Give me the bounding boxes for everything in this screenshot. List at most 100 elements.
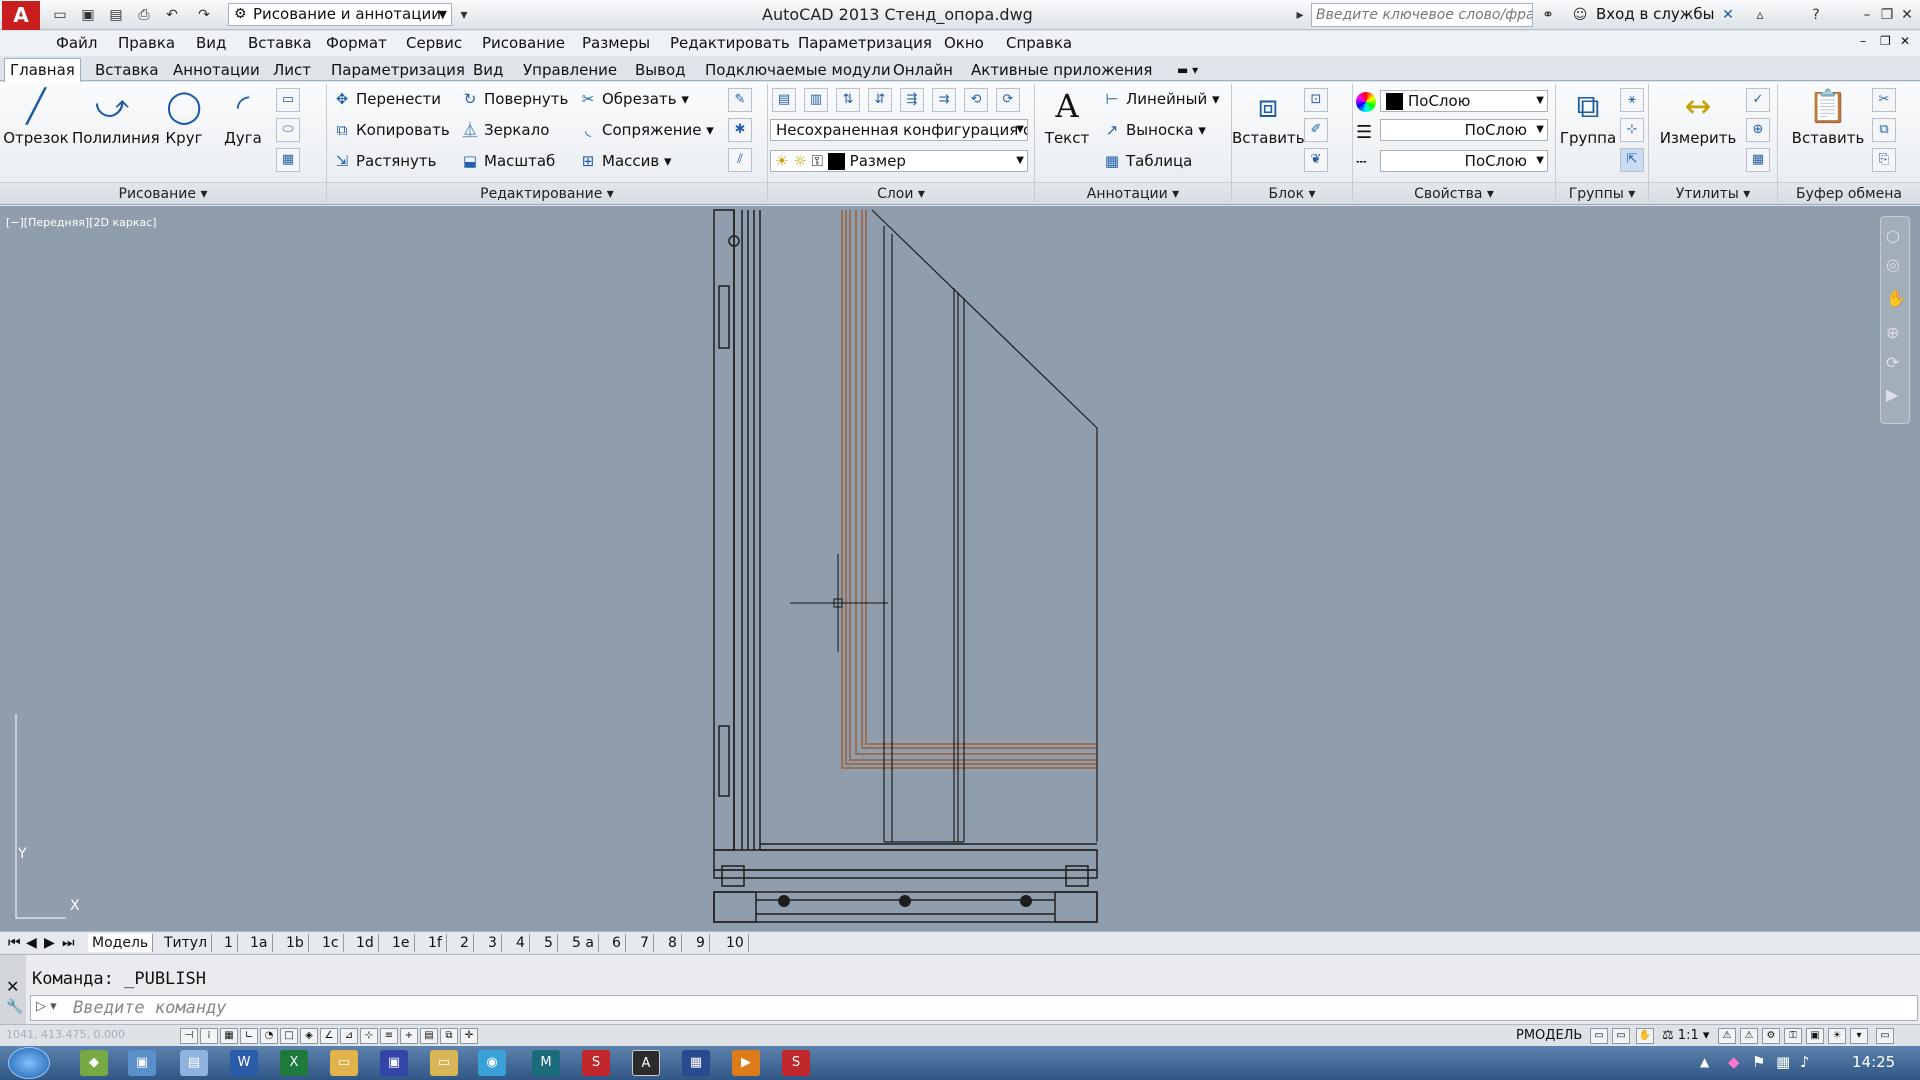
minimize-ribbon-icon[interactable]: ▬ ▾ [1172,59,1203,81]
group-select-icon[interactable]: ⇱ [1620,148,1644,172]
menu-insert[interactable]: Вставка [248,34,312,52]
qp-icon[interactable]: ▤ [420,1028,438,1044]
layout-tab[interactable]: 5 a [568,934,599,952]
linetype-select[interactable]: ПоСлою ▼ [1380,150,1548,172]
select-all-icon[interactable]: ⊕ [1746,118,1770,142]
menu-file[interactable]: Файл [56,34,97,52]
dyn-icon[interactable]: ⊹ [360,1028,378,1044]
word-icon[interactable]: W [230,1050,258,1076]
stretch-button[interactable]: ⇲ Растянуть [332,148,437,174]
tab-manage[interactable]: Управление [518,59,622,81]
linear-dim-button[interactable]: ⊢ Линейный ▾ [1102,86,1219,112]
layout-tab[interactable]: 2 [456,934,474,952]
customize-qat-icon[interactable]: ▾ [452,4,476,26]
panel-title-annotation[interactable]: Аннотации ▾ [1035,182,1231,204]
quickview-drawings-icon[interactable]: ▭ [1612,1028,1630,1044]
tab-apps[interactable]: Активные приложения [966,59,1157,81]
media-player-icon[interactable]: ▶ [732,1050,760,1076]
layout-tab[interactable]: 10 [722,934,749,952]
layer-isolate-icon[interactable]: ⇶ [900,88,924,112]
save-as-icon[interactable]: ▤ [104,4,128,26]
calculator-icon[interactable]: ▦ [1746,148,1770,172]
menu-format[interactable]: Формат [326,34,387,52]
menu-dimension[interactable]: Размеры [582,34,650,52]
layer-freeze-icon[interactable]: ⟲ [964,88,988,112]
command-prompt-icon[interactable]: ▷ ▾ [36,999,57,1014]
model-space-toggle[interactable]: РМОДЕЛЬ [1516,1028,1582,1043]
layer-properties-icon[interactable]: ▤ [772,88,796,112]
menu-draw[interactable]: Рисование [482,34,565,52]
lineweight-select[interactable]: ПоСлою ▼ [1380,119,1548,141]
app-icon-notes[interactable]: ▤ [180,1050,208,1076]
layout-tab[interactable]: 7 [636,934,654,952]
tray-expand-icon[interactable]: ▲ [1700,1055,1709,1069]
layer-state-icon[interactable]: ▥ [804,88,828,112]
excel-icon[interactable]: X [280,1050,308,1076]
hardware-accel-icon[interactable]: ▣ [1806,1028,1824,1044]
solidworks-icon[interactable]: S [582,1050,610,1076]
color-select[interactable]: ПоСлою ▼ [1380,90,1548,112]
tab-insert[interactable]: Вставка [90,59,164,81]
erase-icon[interactable]: ✎ [728,88,752,112]
ellipse-icon[interactable]: ⬭ [276,118,300,142]
annotation-visibility-icon[interactable]: ⚠ [1718,1028,1736,1044]
lineweight-toggle-icon[interactable]: ≡ [380,1028,398,1044]
table-button[interactable]: ▦ Таблица [1102,148,1192,174]
layout-tab[interactable]: 9 [692,934,710,952]
app-icon-calc[interactable]: ▦ [682,1050,710,1076]
steering-wheel-icon[interactable]: ◎ [1886,255,1900,274]
start-button[interactable] [8,1047,50,1079]
layout-tab[interactable]: 1f [424,934,447,952]
clean-screen-icon[interactable]: ▭ [1876,1028,1894,1044]
snap-icon[interactable]: ⁞ [200,1028,218,1044]
layout-tab[interactable]: 8 [664,934,682,952]
menu-view[interactable]: Вид [196,34,226,52]
move-button[interactable]: ✥ Перенести [332,86,441,112]
array-button[interactable]: ⊞ Массив ▾ [578,148,672,174]
last-tab-icon[interactable]: ⏭ [58,934,79,952]
menu-tools[interactable]: Сервис [406,34,462,52]
panel-title-layers[interactable]: Слои ▾ [768,182,1034,204]
infer-constraints-icon[interactable]: ⊣ [180,1028,198,1044]
line-button[interactable]: ╱ Отрезок [0,86,72,147]
search-input[interactable]: Введите ключевое слово/фразу [1311,3,1533,27]
sc-icon[interactable]: ⧉ [440,1028,458,1044]
otrack-icon[interactable]: ∠ [320,1028,338,1044]
panel-title-draw[interactable]: Рисование ▾ [0,182,326,204]
layout-tab[interactable]: 3 [484,934,502,952]
tab-parametric[interactable]: Параметризация [326,59,470,81]
grid-icon[interactable]: ▦ [220,1028,238,1044]
3dosnap-icon[interactable]: ◈ [300,1028,318,1044]
panel-title-clipboard[interactable]: Буфер обмена [1778,182,1920,204]
flag-icon[interactable]: ⚑ [1752,1053,1765,1071]
help-icon[interactable]: ? [1804,4,1828,26]
tab-layout[interactable]: Лист [268,59,316,81]
redo-icon[interactable]: ↷ [192,4,216,26]
workspace-select[interactable]: ⚙ Рисование и аннотации ▼ [228,3,452,26]
layer-unisolate-icon[interactable]: ⇉ [932,88,956,112]
print-icon[interactable]: ⎙ [132,4,156,26]
layout-tab[interactable]: 6 [608,934,626,952]
isolate-objects-icon[interactable]: ☀ [1828,1028,1846,1044]
quick-select-icon[interactable]: ✓ [1746,88,1770,112]
osnap-icon[interactable]: □ [280,1028,298,1044]
leader-button[interactable]: ↗ Выноска ▾ [1102,117,1206,143]
panel-title-block[interactable]: Блок ▾ [1232,182,1352,204]
viewcube-icon[interactable]: ⬡ [1886,227,1900,246]
menu-parametric[interactable]: Параметризация [798,34,932,52]
close-button[interactable]: ✕ [1892,3,1920,27]
orbit-icon[interactable]: ⟳ [1886,353,1899,372]
command-line-handle[interactable]: ✕ 🔧 [0,955,26,1025]
layout-tab[interactable]: 1d [352,934,379,952]
am-icon[interactable]: ✛ [460,1028,478,1044]
expand-search-icon[interactable]: ▸ [1288,4,1312,26]
attribute-icon[interactable]: ❦ [1304,148,1328,172]
polyline-button[interactable]: ⤻ Полилиния [72,86,160,147]
command-input[interactable]: Введите команду [30,995,1918,1021]
fillet-button[interactable]: ◟ Сопряжение ▾ [578,117,714,143]
cut-icon[interactable]: ✂ [1872,88,1896,112]
layer-previous-icon[interactable]: ⇵ [868,88,892,112]
rectangle-icon[interactable]: ▭ [276,88,300,112]
autocad-task-icon[interactable]: A [632,1050,660,1076]
rotate-button[interactable]: ↻ Повернуть [460,86,569,112]
